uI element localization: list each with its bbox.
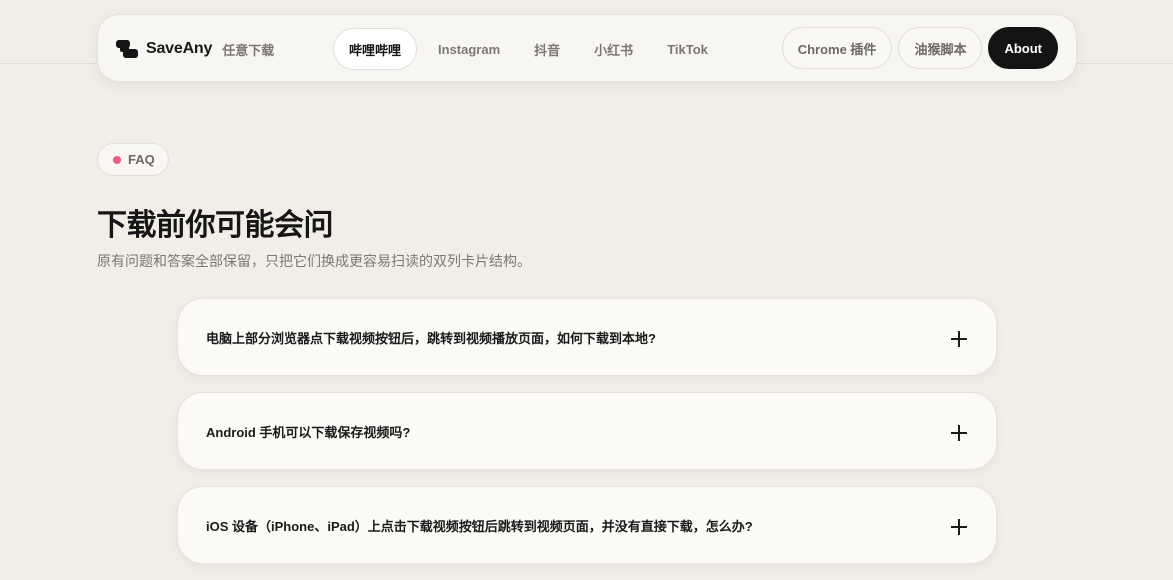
- faq-item[interactable]: 电脑上部分浏览器点下载视频按钮后，跳转到视频播放页面，如何下载到本地?: [177, 298, 997, 376]
- status-dot-icon: [113, 155, 121, 164]
- faq-question: 电脑上部分浏览器点下载视频按钮后，跳转到视频播放页面，如何下载到本地?: [206, 331, 656, 346]
- faq-question: iOS 设备（iPhone、iPad）上点击下载视频按钮后跳转到视频页面，并没有…: [206, 519, 753, 534]
- faq-badge-label: FAQ: [128, 152, 155, 167]
- tab-tiktok[interactable]: TikTok: [650, 28, 725, 70]
- top-navbar: SaveAny 任意下载 哔哩哔哩 Instagram 抖音 小红书 TikTo…: [97, 14, 1077, 82]
- faq-item[interactable]: iOS 设备（iPhone、iPad）上点击下载视频按钮后跳转到视频页面，并没有…: [177, 486, 997, 564]
- brand-subtitle: 任意下载: [222, 42, 275, 58]
- plus-icon[interactable]: [950, 424, 968, 442]
- saveany-logo-icon: [116, 40, 138, 58]
- tab-bilibili[interactable]: 哔哩哔哩: [333, 28, 418, 70]
- nav-actions: Chrome 插件 油猴脚本 About: [781, 27, 1058, 69]
- page-subtitle: 原有问题和答案全部保留，只把它们换成更容易扫读的双列卡片结构。: [97, 253, 531, 269]
- faq-badge: FAQ: [97, 143, 169, 176]
- page-title: 下载前你可能会问: [97, 209, 334, 242]
- chrome-extension-button[interactable]: Chrome 插件: [781, 27, 893, 69]
- userscript-button[interactable]: 油猴脚本: [898, 27, 983, 69]
- faq-item[interactable]: Android 手机可以下载保存视频吗?: [177, 392, 997, 470]
- platform-tabs: 哔哩哔哩 Instagram 抖音 小红书 TikTok: [333, 28, 725, 70]
- tab-douyin[interactable]: 抖音: [517, 28, 577, 70]
- brand-name: SaveAny: [146, 40, 213, 57]
- faq-question: Android 手机可以下载保存视频吗?: [206, 425, 411, 440]
- brand[interactable]: SaveAny 任意下载: [116, 39, 274, 59]
- about-button[interactable]: About: [988, 27, 1058, 69]
- tab-xiaohongshu[interactable]: 小红书: [577, 28, 650, 70]
- faq-list: 电脑上部分浏览器点下载视频按钮后，跳转到视频播放页面，如何下载到本地? Andr…: [177, 298, 997, 580]
- tab-instagram[interactable]: Instagram: [421, 28, 517, 70]
- plus-icon[interactable]: [950, 518, 968, 536]
- plus-icon[interactable]: [950, 330, 968, 348]
